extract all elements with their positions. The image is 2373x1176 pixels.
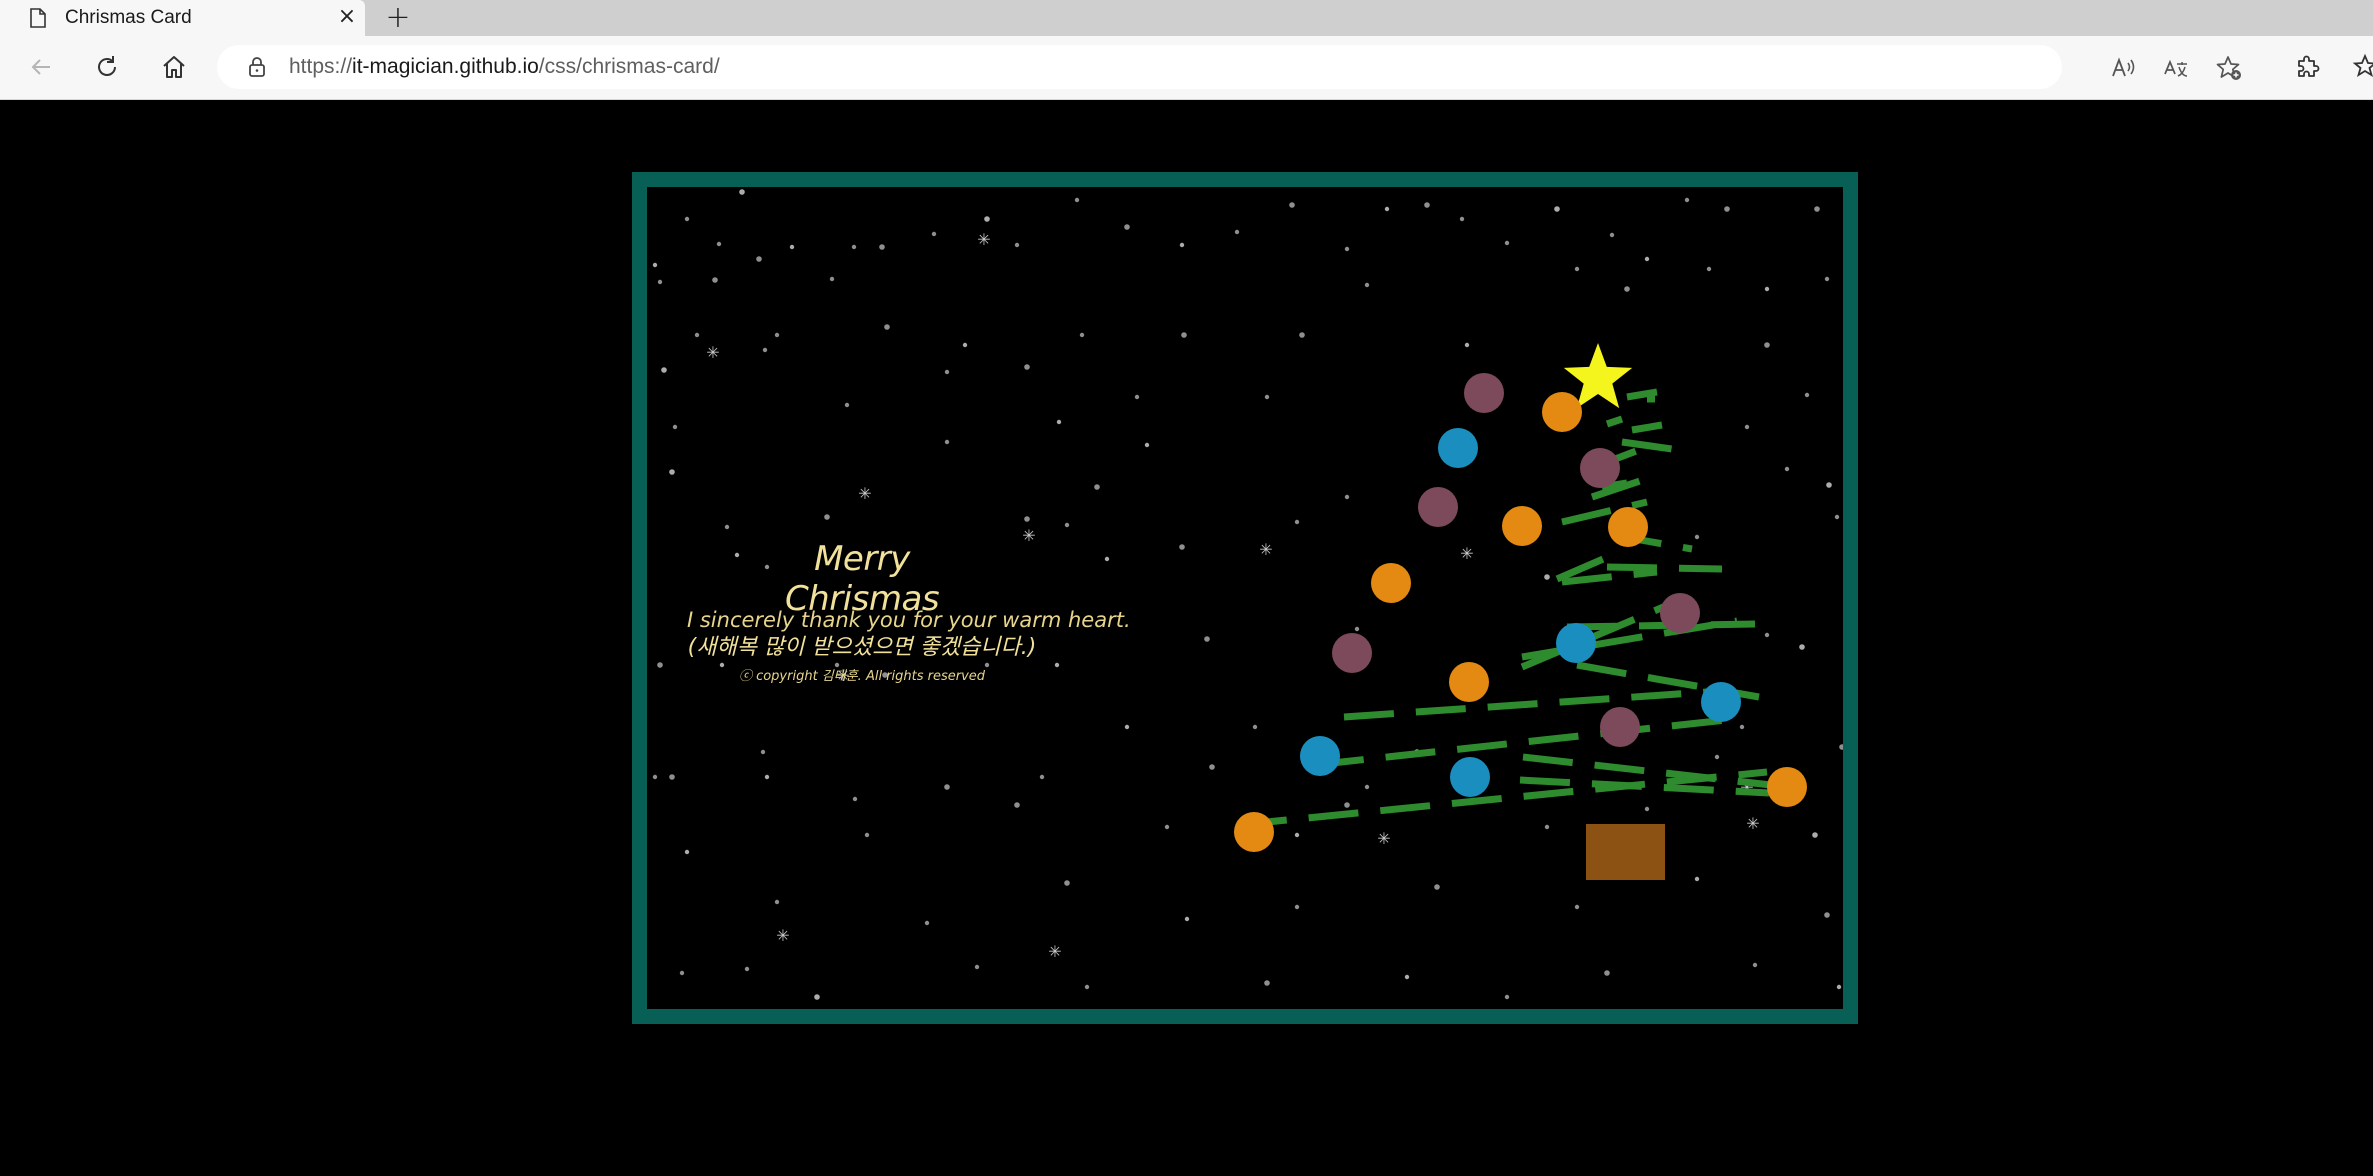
ornament [1450, 757, 1490, 797]
garland [1606, 563, 1723, 573]
refresh-icon[interactable] [92, 52, 122, 82]
christmas-card: ✳✳✳✳✳✳✳✳✳✳✳✳✳ Merry Chrismas I sincerely… [632, 172, 1858, 1024]
url-host: it-magician.github.io [352, 55, 539, 78]
url-text[interactable]: https://it-magician.github.io/css/chrism… [289, 55, 720, 79]
ornament [1660, 593, 1700, 633]
ornament [1542, 392, 1582, 432]
ornament [1438, 428, 1478, 468]
ornament [1449, 662, 1489, 702]
card-message: I sincerely thank you for your warm hear… [687, 608, 1131, 632]
page-icon [30, 8, 46, 28]
browser-toolbar: https://it-magician.github.io/css/chrism… [0, 36, 2373, 100]
garland [1605, 415, 1624, 428]
ornament [1502, 506, 1542, 546]
ornament [1608, 507, 1648, 547]
close-tab-icon[interactable]: × [336, 6, 358, 28]
garland [1343, 687, 1722, 721]
ornament [1600, 707, 1640, 747]
page-content: ✳✳✳✳✳✳✳✳✳✳✳✳✳ Merry Chrismas I sincerely… [0, 100, 2373, 1176]
ornament [1464, 373, 1504, 413]
back-icon[interactable] [26, 52, 56, 82]
favorites-icon[interactable] [2350, 52, 2373, 82]
read-aloud-icon[interactable] [2109, 54, 2137, 82]
tab-title: Chrismas Card [65, 7, 192, 28]
url-scheme: https:// [289, 55, 353, 78]
home-icon[interactable] [159, 52, 189, 82]
tab-bar: Chrismas Card × + [0, 0, 2373, 36]
new-tab-button[interactable]: + [383, 3, 413, 33]
ornament [1580, 448, 1620, 488]
ornament [1701, 682, 1741, 722]
lock-icon[interactable] [247, 56, 267, 78]
ornament [1371, 563, 1411, 603]
garland [1621, 438, 1673, 453]
ornament [1418, 487, 1458, 527]
ornament [1556, 623, 1596, 663]
ornament [1300, 736, 1340, 776]
tree-trunk [1586, 824, 1665, 880]
card-copyright: ⓒ copyright 김태훈. All rights reserved [738, 669, 986, 684]
card-message-korean: (새해복 많이 받으셨으면 좋겠습니다.) [687, 635, 1037, 660]
ornament [1767, 767, 1807, 807]
url-path: /css/chrismas-card/ [538, 55, 720, 78]
address-bar[interactable]: https://it-magician.github.io/css/chrism… [217, 45, 2241, 89]
translate-icon[interactable] [2162, 54, 2190, 82]
garland [1566, 620, 1756, 631]
extensions-icon[interactable] [2292, 52, 2322, 82]
active-tab[interactable]: Chrismas Card × [0, 0, 365, 36]
ornament [1234, 812, 1274, 852]
garland [1236, 768, 1768, 829]
garland [1631, 421, 1663, 434]
add-favorite-icon[interactable] [2215, 54, 2243, 82]
ornament [1332, 633, 1372, 673]
